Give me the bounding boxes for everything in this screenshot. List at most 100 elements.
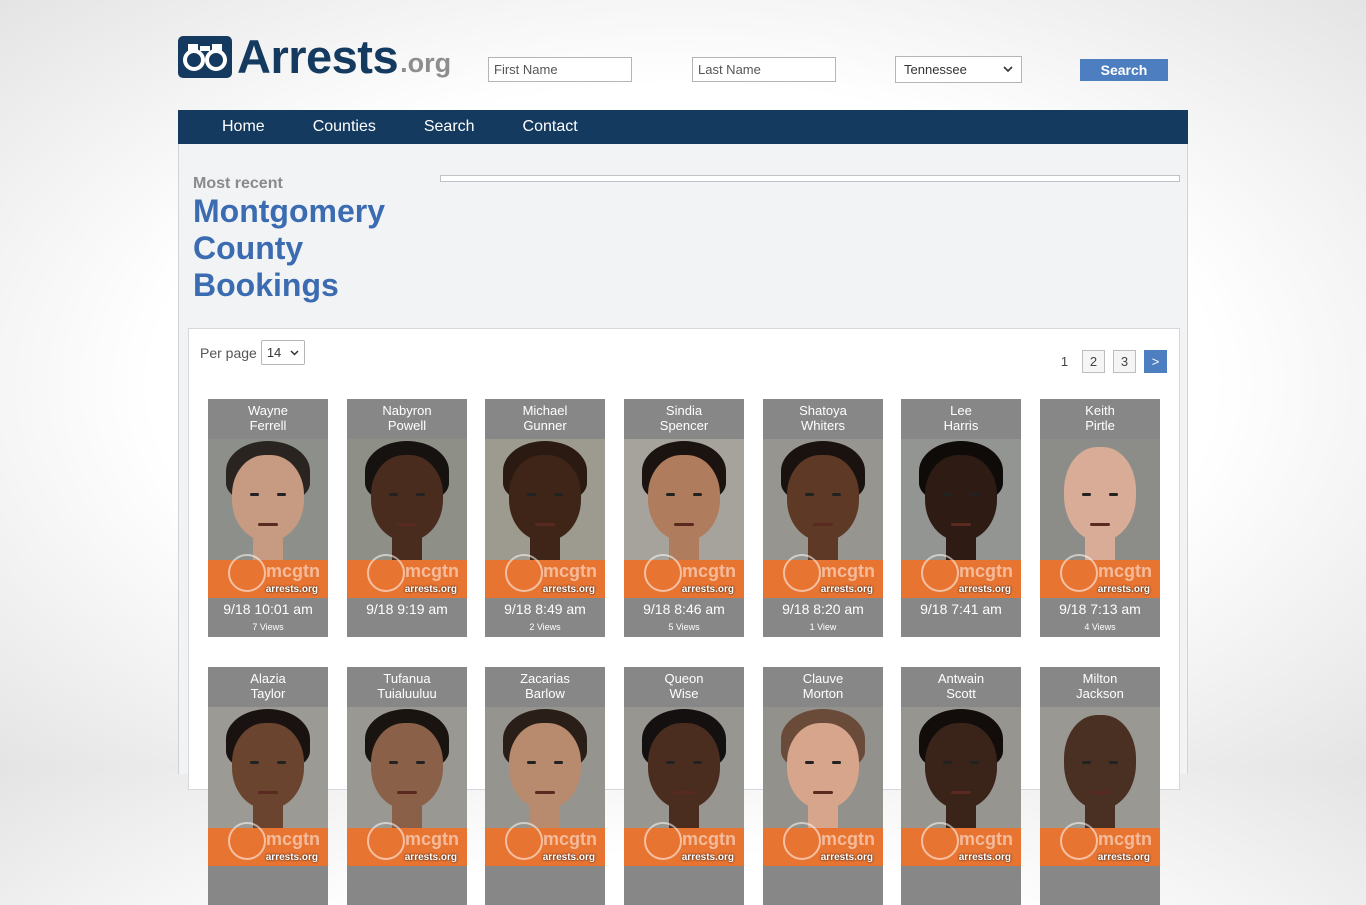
pagination: 1 2 3 >	[1045, 350, 1167, 373]
inmate-first-name: Nabyron	[382, 403, 432, 418]
inmate-name[interactable]: Queon Wise	[624, 671, 744, 701]
mugshot-photo[interactable]: mcgtn arrests.org	[347, 707, 467, 866]
mugshot-photo[interactable]: mcgtn arrests.org	[347, 439, 467, 598]
mugshot-eyes	[1082, 493, 1118, 497]
inmate-card[interactable]: Zacarias Barlow mcgtn arrests.org	[485, 667, 605, 905]
mugshot-face	[925, 455, 997, 541]
inmate-name[interactable]: Antwain Scott	[901, 671, 1021, 701]
inmate-last-name: Jackson	[1076, 686, 1124, 701]
mugshot-face	[787, 455, 859, 541]
watermark-text: mcgtn	[1098, 561, 1152, 581]
watermark-text: mcgtn	[266, 561, 320, 581]
inmate-first-name: Sindia	[665, 403, 703, 418]
watermark-site: arrests.org	[681, 852, 734, 863]
inmate-card[interactable]: Lee Harris mcgtn arrests.org 9/18 7:41 am	[901, 399, 1021, 637]
main-content: Most recent Montgomery County Bookings P…	[178, 144, 1188, 905]
inmate-card[interactable]: Nabyron Powell mcgtn arrests.org 9/18 9:19 a…	[347, 399, 467, 637]
watermark-site: arrests.org	[681, 584, 734, 595]
chevron-down-icon	[1003, 66, 1013, 73]
mugshot-photo[interactable]: mcgtn arrests.org	[901, 439, 1021, 598]
mugshot-photo[interactable]: mcgtn arrests.org	[624, 439, 744, 598]
inmate-name[interactable]: Zacarias Barlow	[485, 671, 605, 701]
mugshot-photo[interactable]: mcgtn arrests.org	[901, 707, 1021, 866]
mugshot-photo[interactable]: mcgtn arrests.org	[1040, 707, 1160, 866]
inmate-card[interactable]: Antwain Scott mcgtn arrests.org	[901, 667, 1021, 905]
watermark-text: mcgtn	[543, 829, 597, 849]
inmate-name[interactable]: Keith Pirtle	[1040, 403, 1160, 433]
view-count: 2 Views	[529, 622, 561, 632]
inmate-name[interactable]: Clauve Morton	[763, 671, 883, 701]
sheriff-badge-watermark-icon	[783, 554, 821, 592]
page-title-line: County	[193, 230, 304, 266]
inmate-name[interactable]: Shatoya Whiters	[763, 403, 883, 433]
inmate-card[interactable]: Tufanua Tuialuuluu mcgtn arrests.org	[347, 667, 467, 905]
inmate-card[interactable]: Milton Jackson mcgtn arrests.org	[1040, 667, 1160, 905]
mugshot-photo[interactable]: mcgtn arrests.org	[485, 707, 605, 866]
nav-counties[interactable]: Counties	[289, 110, 400, 144]
inmate-first-name: Alazia	[250, 671, 286, 686]
inmate-card[interactable]: Shatoya Whiters mcgtn arrests.org 9/18 8:20 …	[763, 399, 883, 637]
booking-time: 9/18 10:01 am	[223, 601, 313, 617]
mugshot-photo[interactable]: mcgtn arrests.org	[208, 707, 328, 866]
inmate-name[interactable]: Nabyron Powell	[347, 403, 467, 433]
inmate-name[interactable]: Wayne Ferrell	[208, 403, 328, 433]
inmate-name[interactable]: Lee Harris	[901, 403, 1021, 433]
per-page-select[interactable]: 14	[260, 340, 305, 365]
inmate-name[interactable]: Sindia Spencer	[624, 403, 744, 433]
page-eyebrow: Most recent	[193, 175, 283, 192]
inmate-first-name: Clauve	[802, 671, 844, 686]
mugshot-eyes	[527, 761, 563, 765]
inmate-card[interactable]: Keith Pirtle mcgtn arrests.org 9/18 7:13 am 4…	[1040, 399, 1160, 637]
mugshot-eyes	[943, 493, 979, 497]
inmate-card[interactable]: Wayne Ferrell mcgtn arrests.org 9/18 10:01 a…	[208, 399, 328, 637]
mugshot-photo[interactable]: mcgtn arrests.org	[763, 707, 883, 866]
inmate-card[interactable]: Alazia Taylor mcgtn arrests.org	[208, 667, 328, 905]
inmate-card[interactable]: Sindia Spencer mcgtn arrests.org 9/18 8:46 a…	[624, 399, 744, 637]
watermark-text: mcgtn	[821, 829, 875, 849]
page-link-3[interactable]: 3	[1113, 350, 1136, 373]
watermark-site: arrests.org	[820, 852, 873, 863]
inmate-last-name: Taylor	[250, 686, 286, 701]
mugshot-mouth	[951, 791, 971, 794]
mugshot-mouth	[813, 791, 833, 794]
mugshot-photo[interactable]: mcgtn arrests.org	[624, 707, 744, 866]
inmate-card[interactable]: Clauve Morton mcgtn arrests.org	[763, 667, 883, 905]
main-nav: Home Counties Search Contact	[178, 110, 1188, 144]
inmate-name[interactable]: Milton Jackson	[1040, 671, 1160, 701]
mugshot-face	[371, 455, 443, 541]
mugshot-mouth	[397, 523, 417, 526]
inmate-name[interactable]: Alazia Taylor	[208, 671, 328, 701]
next-page-button[interactable]: >	[1144, 350, 1167, 373]
nav-search[interactable]: Search	[400, 110, 499, 144]
logo-suffix: .org	[400, 48, 452, 78]
sheriff-badge-watermark-icon	[505, 554, 543, 592]
mugshot-mouth	[258, 523, 278, 526]
page-link-2[interactable]: 2	[1082, 350, 1105, 373]
site-logo[interactable]: Arrests .org	[178, 30, 452, 83]
inmate-last-name: Harris	[943, 418, 979, 433]
mugshot-photo[interactable]: mcgtn arrests.org	[763, 439, 883, 598]
mugshot-photo[interactable]: mcgtn arrests.org	[1040, 439, 1160, 598]
mugshot-eyes	[943, 761, 979, 765]
nav-contact[interactable]: Contact	[499, 110, 602, 144]
inmate-name[interactable]: Tufanua Tuialuuluu	[347, 671, 467, 701]
inmate-last-name: Barlow	[525, 686, 565, 701]
state-select[interactable]: Tennessee	[895, 56, 1022, 83]
logo-wordmark: Arrests	[237, 30, 399, 83]
inmate-last-name: Tuialuuluu	[377, 686, 437, 701]
sheriff-badge-watermark-icon	[644, 554, 682, 592]
sheriff-badge-watermark-icon	[1060, 822, 1098, 860]
last-name-input[interactable]	[692, 57, 836, 82]
first-name-input[interactable]	[488, 57, 632, 82]
chevron-down-icon	[290, 349, 299, 356]
nav-home[interactable]: Home	[178, 110, 289, 144]
mugshot-mouth	[674, 523, 694, 526]
inmate-card[interactable]: Queon Wise mcgtn arrests.org	[624, 667, 744, 905]
mugshot-photo[interactable]: mcgtn arrests.org	[208, 439, 328, 598]
sheriff-badge-watermark-icon	[228, 822, 266, 860]
inmate-card[interactable]: Michael Gunner mcgtn arrests.org 9/18 8:49 a…	[485, 399, 605, 637]
mugshot-photo[interactable]: mcgtn arrests.org	[485, 439, 605, 598]
inmate-name[interactable]: Michael Gunner	[485, 403, 605, 433]
search-button[interactable]: Search	[1080, 59, 1168, 81]
page-current: 1	[1060, 354, 1069, 369]
